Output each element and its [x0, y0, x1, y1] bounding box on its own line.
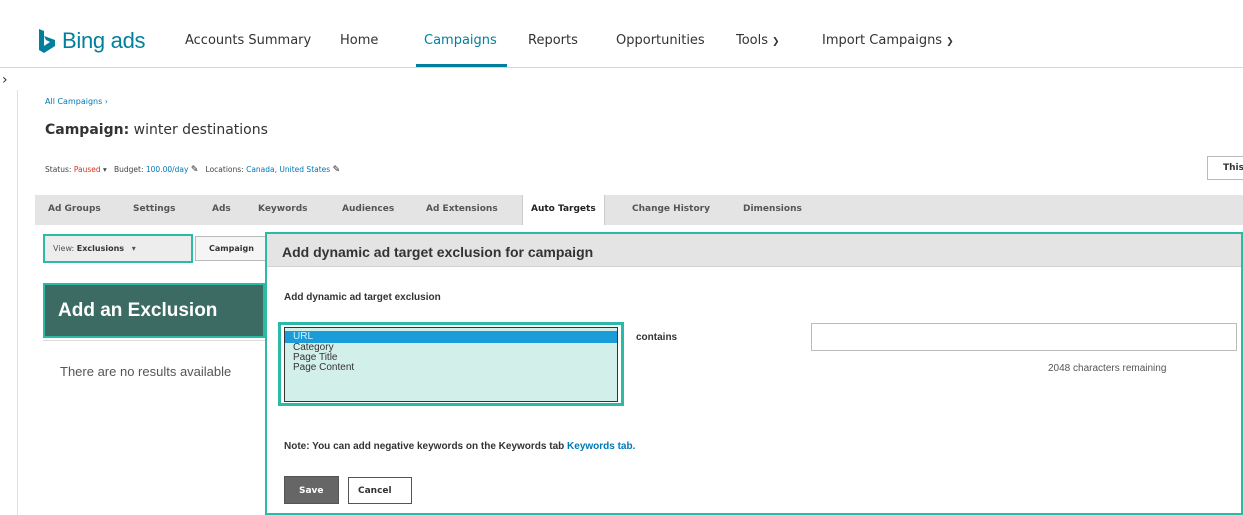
- campaign-filter-button[interactable]: Campaign: [195, 236, 270, 261]
- view-dropdown[interactable]: View: Exclusions ▾: [43, 234, 193, 263]
- tab-ads[interactable]: Ads: [212, 204, 231, 214]
- breadcrumb[interactable]: All Campaigns ›: [45, 97, 108, 106]
- campaign-status-line: Status: Paused ▾ Budget: 100.00/day ✎ Lo…: [45, 165, 340, 175]
- dialog-subtitle: Add dynamic ad target exclusion: [284, 292, 441, 303]
- status-dropdown-icon[interactable]: ▾: [103, 165, 107, 174]
- nav-reports[interactable]: Reports: [528, 33, 578, 48]
- save-button[interactable]: Save: [284, 476, 339, 504]
- nav-tools[interactable]: Tools ❯: [736, 33, 780, 48]
- tab-change-history[interactable]: Change History: [632, 204, 710, 214]
- grid-header: [43, 340, 265, 346]
- tab-dimensions[interactable]: Dimensions: [743, 204, 802, 214]
- tab-audiences[interactable]: Audiences: [342, 204, 394, 214]
- expand-sidebar-icon[interactable]: ›: [2, 72, 8, 88]
- tab-keywords[interactable]: Keywords: [258, 204, 308, 214]
- campaign-name: winter destinations: [133, 122, 268, 138]
- option-url[interactable]: URL: [285, 331, 617, 343]
- keywords-note: Note: You can add negative keywords on t…: [284, 441, 635, 452]
- budget-label: Budget:: [113, 165, 144, 174]
- date-range-button[interactable]: This: [1207, 156, 1243, 180]
- nav-tools-label: Tools: [736, 33, 769, 48]
- nav-accounts-summary[interactable]: Accounts Summary: [185, 33, 311, 48]
- cancel-button[interactable]: Cancel: [348, 477, 412, 504]
- exclusion-dialog: Add dynamic ad target exclusion for camp…: [265, 232, 1243, 515]
- tab-ad-extensions[interactable]: Ad Extensions: [426, 204, 498, 214]
- characters-remaining: 2048 characters remaining: [1048, 363, 1167, 374]
- nav-home[interactable]: Home: [340, 33, 378, 48]
- budget-value[interactable]: 100.00/day: [146, 165, 189, 174]
- empty-state-text: There are no results available: [60, 364, 232, 379]
- top-navigation: Bing ads Accounts Summary Home Campaigns…: [0, 0, 1243, 68]
- option-page-content[interactable]: Page Content: [285, 363, 617, 373]
- note-text: Note: You can add negative keywords on t…: [284, 441, 565, 452]
- brand-name: Bing ads: [62, 28, 146, 53]
- operator-label: contains: [636, 332, 678, 343]
- page-title: Campaign: winter destinations: [45, 122, 268, 138]
- status-value[interactable]: Paused: [74, 165, 101, 174]
- chevron-down-icon: ❯: [946, 37, 954, 47]
- campaign-tabs: Ad Groups Settings Ads Keywords Audience…: [35, 195, 1243, 225]
- chevron-down-icon: ▾: [131, 244, 136, 253]
- locations-value[interactable]: Canada, United States: [246, 165, 330, 174]
- nav-import-campaigns[interactable]: Import Campaigns ❯: [822, 33, 954, 48]
- keywords-tab-link[interactable]: Keywords tab.: [567, 441, 635, 452]
- exclusion-value-input[interactable]: [811, 323, 1237, 351]
- view-value: Exclusions: [76, 244, 125, 253]
- tab-auto-targets[interactable]: Auto Targets: [522, 195, 605, 225]
- nav-import-label: Import Campaigns: [822, 33, 943, 48]
- nav-opportunities[interactable]: Opportunities: [616, 33, 705, 48]
- edit-locations-icon[interactable]: ✎: [333, 165, 341, 175]
- chevron-down-icon: ❯: [772, 37, 780, 47]
- view-label: View:: [53, 244, 75, 253]
- status-label: Status:: [45, 165, 72, 174]
- nav-campaigns[interactable]: Campaigns: [424, 33, 497, 48]
- target-type-listbox[interactable]: URL Category Page Title Page Content: [284, 327, 618, 402]
- tab-settings[interactable]: Settings: [133, 204, 175, 214]
- target-type-select[interactable]: URL Category Page Title Page Content: [278, 322, 624, 406]
- locations-label: Locations:: [205, 165, 244, 174]
- add-exclusion-button[interactable]: Add an Exclusion: [43, 283, 265, 338]
- dialog-title: Add dynamic ad target exclusion for camp…: [267, 234, 1241, 267]
- tab-ad-groups[interactable]: Ad Groups: [48, 204, 101, 214]
- edit-budget-icon[interactable]: ✎: [191, 165, 199, 175]
- active-nav-indicator: [416, 64, 507, 67]
- campaign-label: Campaign:: [45, 122, 130, 138]
- bing-ads-logo[interactable]: Bing ads: [38, 27, 146, 55]
- sidebar-collapsed: [0, 90, 18, 515]
- bing-logo-icon: [39, 29, 55, 53]
